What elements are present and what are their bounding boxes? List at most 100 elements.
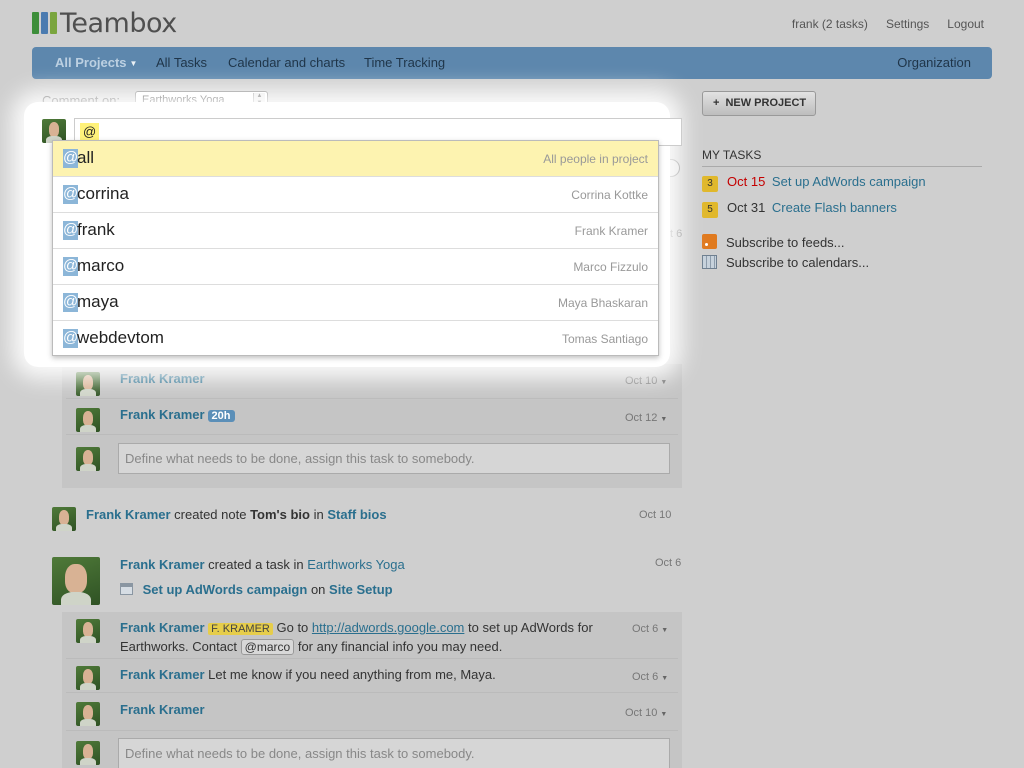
person-name: All people in project <box>543 152 648 166</box>
avatar <box>76 666 100 690</box>
page-link[interactable]: Staff bios <box>327 507 386 522</box>
typed-mention: @ <box>80 123 100 140</box>
chevron-down-icon: ▼ <box>661 675 669 682</box>
task-due-date: Oct 15 <box>727 174 766 189</box>
at-icon: @ <box>63 185 79 204</box>
comment-body: Frank Kramer F. KRAMER Go to http://adwo… <box>120 620 593 655</box>
comment-author[interactable]: Frank Kramer <box>120 702 205 717</box>
note-title[interactable]: Tom's bio <box>250 507 310 522</box>
chevron-down-icon: ▼ <box>660 711 668 718</box>
subscribe-feeds-link[interactable]: Subscribe to feeds... <box>702 234 845 250</box>
external-link[interactable]: http://adwords.google.com <box>312 620 464 635</box>
calendar-icon <box>702 255 717 269</box>
mention-handle: all <box>77 148 95 167</box>
mention-handle: marco <box>77 256 125 275</box>
autocomplete-item[interactable]: @ webdevtom Tomas Santiago <box>53 321 658 357</box>
at-icon: @ <box>63 329 79 348</box>
nav-all-projects[interactable]: All Projects ▼ <box>55 55 137 70</box>
avatar <box>76 702 100 726</box>
nav-calendar[interactable]: Calendar and charts <box>228 55 345 70</box>
comment-date[interactable]: Oct 10 ▼ <box>625 707 667 719</box>
person-name: Tomas Santiago <box>561 332 648 346</box>
new-project-button[interactable]: + NEW PROJECT <box>702 91 816 116</box>
task-list-link[interactable]: Site Setup <box>329 582 393 597</box>
person-name: Frank Kramer <box>574 224 648 238</box>
comment-date[interactable]: Oct 10 ▼ <box>625 375 667 387</box>
my-task-item[interactable]: 5 Oct 31 Create Flash banners <box>702 200 897 218</box>
mention-handle: webdevtom <box>77 328 164 347</box>
person-name: Maya Bhaskaran <box>557 296 648 310</box>
task-link[interactable]: Set up AdWords campaign <box>143 582 308 597</box>
task-comment-input[interactable]: Define what needs to be done, assign thi… <box>118 443 670 474</box>
person-name: Marco Fizzulo <box>573 260 648 274</box>
comment-date[interactable]: Oct 6 ▼ <box>632 623 668 635</box>
task-line: Set up AdWords campaign on Site Setup <box>120 582 393 597</box>
divider <box>66 398 678 399</box>
comment-header: Frank Kramer 20h <box>120 407 235 422</box>
autocomplete-item[interactable]: @ frank Frank Kramer <box>53 213 658 249</box>
nav-all-tasks[interactable]: All Tasks <box>156 55 207 70</box>
my-tasks-heading: MY TASKS <box>702 148 982 167</box>
activity-date: Oct 10 <box>639 509 672 521</box>
comment-body: Frank Kramer Let me know if you need any… <box>120 667 496 682</box>
avatar <box>76 447 100 471</box>
app-name: Teambox <box>60 7 177 39</box>
comment-author[interactable]: Frank Kramer <box>120 667 205 682</box>
assignee-tag: F. KRAMER <box>208 623 273 635</box>
divider <box>66 692 678 693</box>
divider <box>66 434 678 435</box>
teambox-logo-icon <box>32 12 57 34</box>
autocomplete-item[interactable]: @ marco Marco Fizzulo <box>53 249 658 285</box>
activity-author[interactable]: Frank Kramer <box>120 557 205 572</box>
avatar-large <box>52 557 100 605</box>
comment-author[interactable]: Frank Kramer <box>120 407 205 422</box>
avatar <box>52 507 76 531</box>
task-icon <box>120 583 133 595</box>
settings-link[interactable]: Settings <box>886 17 929 31</box>
activity-author[interactable]: Frank Kramer <box>86 507 171 522</box>
task-title[interactable]: Set up AdWords campaign <box>772 174 926 189</box>
avatar <box>76 741 100 765</box>
person-name: Corrina Kottke <box>571 188 648 202</box>
project-link[interactable]: Earthworks Yoga <box>307 557 405 572</box>
comment-date[interactable]: Oct 12 ▼ <box>625 412 667 424</box>
mention-handle: corrina <box>77 184 129 203</box>
my-task-item[interactable]: 3 Oct 15 Set up AdWords campaign <box>702 174 926 192</box>
task-count-badge: 3 <box>702 176 718 192</box>
autocomplete-item[interactable]: @ all All people in project <box>53 141 658 177</box>
chevron-down-icon: ▼ <box>660 379 668 386</box>
chevron-down-icon: ▼ <box>129 59 138 69</box>
task-comment-input[interactable]: Define what needs to be done, assign thi… <box>118 738 670 768</box>
at-icon: @ <box>63 221 79 240</box>
mention-autocomplete: @ all All people in project @ corrina Corrin… <box>52 140 659 356</box>
task-title[interactable]: Create Flash banners <box>772 200 897 215</box>
comment-date[interactable]: Oct 6 ▼ <box>632 671 668 683</box>
chevron-down-icon: ▼ <box>661 627 669 634</box>
note-activity: Frank Kramer created note Tom's bio in S… <box>86 507 387 522</box>
avatar <box>76 372 100 396</box>
autocomplete-item[interactable]: @ corrina Corrina Kottke <box>53 177 658 213</box>
teambox-logo[interactable]: Teambox <box>32 7 177 39</box>
comment-author[interactable]: Frank Kramer <box>120 620 205 635</box>
divider <box>66 730 678 731</box>
at-icon: @ <box>63 257 79 276</box>
nav-organization[interactable]: Organization <box>897 55 971 70</box>
logout-link[interactable]: Logout <box>947 17 984 31</box>
mention-tag[interactable]: @marco <box>240 639 295 655</box>
hours-badge: 20h <box>207 410 235 422</box>
main-nav: All Projects ▼ All Tasks Calendar and cha… <box>32 47 992 79</box>
user-link[interactable]: frank (2 tasks) <box>792 17 868 31</box>
plus-icon: + <box>713 97 720 109</box>
task-due-date: Oct 31 <box>727 200 766 215</box>
divider <box>66 658 678 659</box>
nav-time-tracking[interactable]: Time Tracking <box>364 55 445 70</box>
chevron-down-icon: ▼ <box>660 416 668 423</box>
at-icon: @ <box>63 293 79 312</box>
subscribe-calendars-link[interactable]: Subscribe to calendars... <box>702 255 869 270</box>
task-count-badge: 5 <box>702 202 718 218</box>
avatar <box>76 619 100 643</box>
autocomplete-item[interactable]: @ maya Maya Bhaskaran <box>53 285 658 321</box>
avatar <box>76 408 100 432</box>
mention-handle: maya <box>77 292 119 311</box>
comment-author[interactable]: Frank Kramer <box>120 371 205 386</box>
